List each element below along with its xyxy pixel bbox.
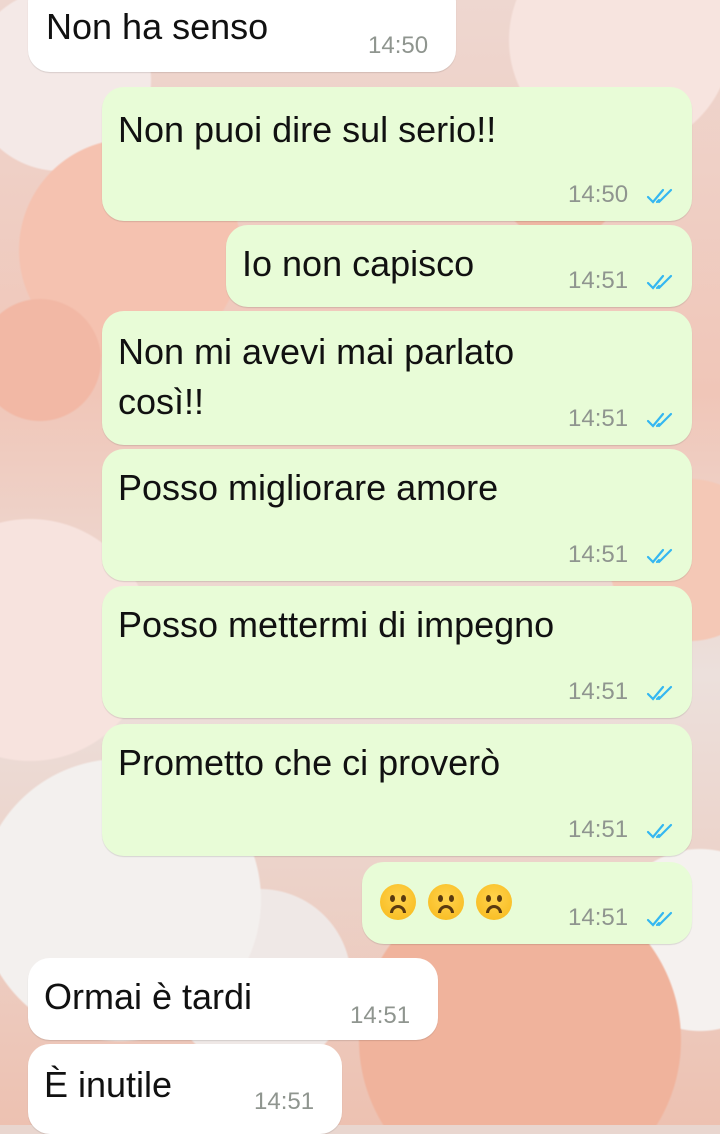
message-time: 14:51 [350,1002,411,1029]
frowning-face-icon [428,884,464,920]
read-ticks-icon [646,188,673,204]
message-time: 14:51 [568,267,629,294]
read-ticks-icon [646,274,673,290]
message-time: 14:50 [568,181,629,208]
read-ticks-icon [646,685,673,701]
message-text: Non ha senso [46,6,269,47]
message-bubble-incoming[interactable]: È inutile 14:51 [28,1044,342,1134]
message-text-line-1: Non mi avevi mai parlato [118,331,515,372]
message-text: Ormai è tardi [44,976,253,1017]
emoji-message [380,884,524,920]
message-text: Prometto che ci proverò [118,742,501,783]
read-ticks-icon [646,823,673,839]
read-ticks-icon [646,412,673,428]
message-bubble-outgoing[interactable]: Non puoi dire sul serio!! 14:50 [102,87,692,221]
message-time: 14:51 [568,678,629,705]
message-bubble-outgoing[interactable]: Non mi avevi mai parlato così!! 14:51 [102,311,692,445]
message-text: Posso migliorare amore [118,467,499,508]
message-time: 14:51 [254,1088,315,1115]
message-text: Io non capisco [242,243,475,284]
message-bubble-outgoing[interactable]: Posso mettermi di impegno 14:51 [102,586,692,718]
message-bubble-outgoing[interactable]: Prometto che ci proverò 14:51 [102,724,692,856]
message-time: 14:51 [568,904,629,931]
message-time: 14:50 [368,32,429,59]
message-time: 14:51 [568,541,629,568]
frowning-face-icon [476,884,512,920]
message-bubble-incoming[interactable]: Ormai è tardi 14:51 [28,958,438,1040]
frowning-face-icon [380,884,416,920]
read-ticks-icon [646,911,673,927]
message-bubble-outgoing[interactable]: Io non capisco 14:51 [226,225,692,307]
message-text-line-2: così!! [118,381,205,422]
message-text: Posso mettermi di impegno [118,604,555,645]
message-text: È inutile [44,1064,173,1105]
message-time: 14:51 [568,405,629,432]
message-bubble-outgoing[interactable]: Posso migliorare amore 14:51 [102,449,692,581]
message-text: Non puoi dire sul serio!! [118,109,497,150]
message-time: 14:51 [568,816,629,843]
read-ticks-icon [646,548,673,564]
message-bubble-incoming[interactable]: Non ha senso 14:50 [28,0,456,72]
message-bubble-outgoing[interactable]: 14:51 [362,862,692,944]
